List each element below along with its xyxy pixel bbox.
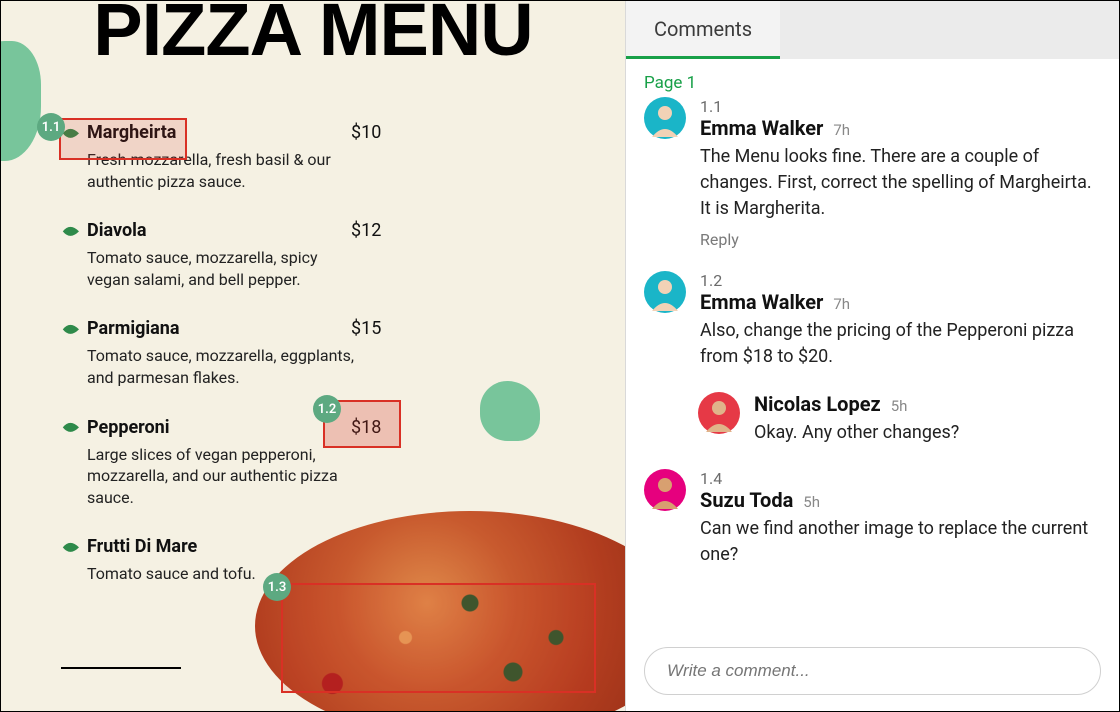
item-price: $15	[351, 318, 381, 339]
avatar	[698, 392, 740, 434]
comment-thread[interactable]: 1.4 Suzu Toda 5h Can we find another ima…	[644, 469, 1101, 568]
avatar	[644, 271, 686, 313]
comment-index: 1.2	[700, 271, 1101, 290]
annotation-box[interactable]	[59, 118, 187, 160]
comment-thread[interactable]: 1.1 Emma Walker 7h The Menu looks fine. …	[644, 97, 1101, 249]
item-price: $12	[351, 220, 381, 241]
item-description: Tomato sauce, mozzarella, eggplants, and…	[87, 345, 357, 388]
leaf-icon	[61, 542, 79, 554]
menu-item-parmigiana: Parmigiana $15 Tomato sauce, mozzarella,…	[61, 318, 565, 388]
comment-index: 1.4	[700, 469, 1101, 488]
comments-panel: Comments Page 1 1.1 Emma Walker 7h The M…	[625, 1, 1119, 711]
comment-index: 1.1	[700, 97, 1101, 116]
comment-text: The Menu looks fine. There are a couple …	[700, 144, 1101, 222]
comment-time: 5h	[803, 493, 820, 511]
item-description: Large slices of vegan pepperoni, mozzare…	[87, 444, 357, 509]
comment-input-wrap	[644, 647, 1101, 695]
comment-time: 5h	[891, 397, 908, 415]
leaf-icon	[61, 422, 79, 434]
annotation-pin[interactable]: 1.1	[37, 113, 65, 141]
menu-item-pepperoni: Pepperoni $18 Large slices of vegan pepp…	[61, 417, 565, 509]
comment-author: Emma Walker	[700, 290, 823, 314]
leaf-icon	[61, 324, 79, 336]
comment-author: Emma Walker	[700, 116, 823, 140]
comment-author: Suzu Toda	[700, 488, 793, 512]
menu-title: PIZZA MENU	[1, 1, 625, 72]
tab-comments[interactable]: Comments	[626, 1, 780, 59]
item-price: $10	[351, 122, 381, 143]
comment-time: 7h	[833, 295, 850, 313]
comments-scroll[interactable]: Page 1 1.1 Emma Walker 7h The Menu looks…	[626, 59, 1119, 711]
comment-text: Can we find another image to replace the…	[700, 516, 1101, 568]
comment-input[interactable]	[644, 647, 1101, 695]
item-name: Parmigiana	[87, 318, 180, 339]
item-description: Tomato sauce, mozzarella, spicy vegan sa…	[87, 247, 357, 290]
comment-text: Okay. Any other changes?	[754, 420, 1101, 446]
annotation-pin[interactable]: 1.3	[263, 573, 291, 601]
comment-time: 7h	[833, 121, 850, 139]
annotation-pin[interactable]: 1.2	[313, 395, 341, 423]
menu-panel: PIZZA MENU Margheirta $10 Fresh mozzarel…	[1, 1, 625, 711]
tabs-bar: Comments	[626, 1, 1119, 59]
menu-item-diavola: Diavola $12 Tomato sauce, mozzarella, sp…	[61, 220, 565, 290]
comment-reply[interactable]: Nicolas Lopez 5h Okay. Any other changes…	[698, 392, 1101, 446]
item-name: Frutti Di Mare	[87, 536, 197, 557]
page-label: Page 1	[644, 73, 1101, 93]
item-name: Diavola	[87, 220, 147, 241]
comment-thread[interactable]: 1.2 Emma Walker 7h Also, change the pric…	[644, 271, 1101, 370]
reply-button[interactable]: Reply	[700, 230, 1101, 249]
annotation-box[interactable]	[281, 583, 596, 693]
comment-text: Also, change the pricing of the Pepperon…	[700, 318, 1101, 370]
leaf-icon	[61, 226, 79, 238]
avatar	[644, 469, 686, 511]
item-name: Pepperoni	[87, 417, 170, 438]
avatar	[644, 97, 686, 139]
divider	[61, 667, 181, 669]
comment-author: Nicolas Lopez	[754, 392, 881, 416]
